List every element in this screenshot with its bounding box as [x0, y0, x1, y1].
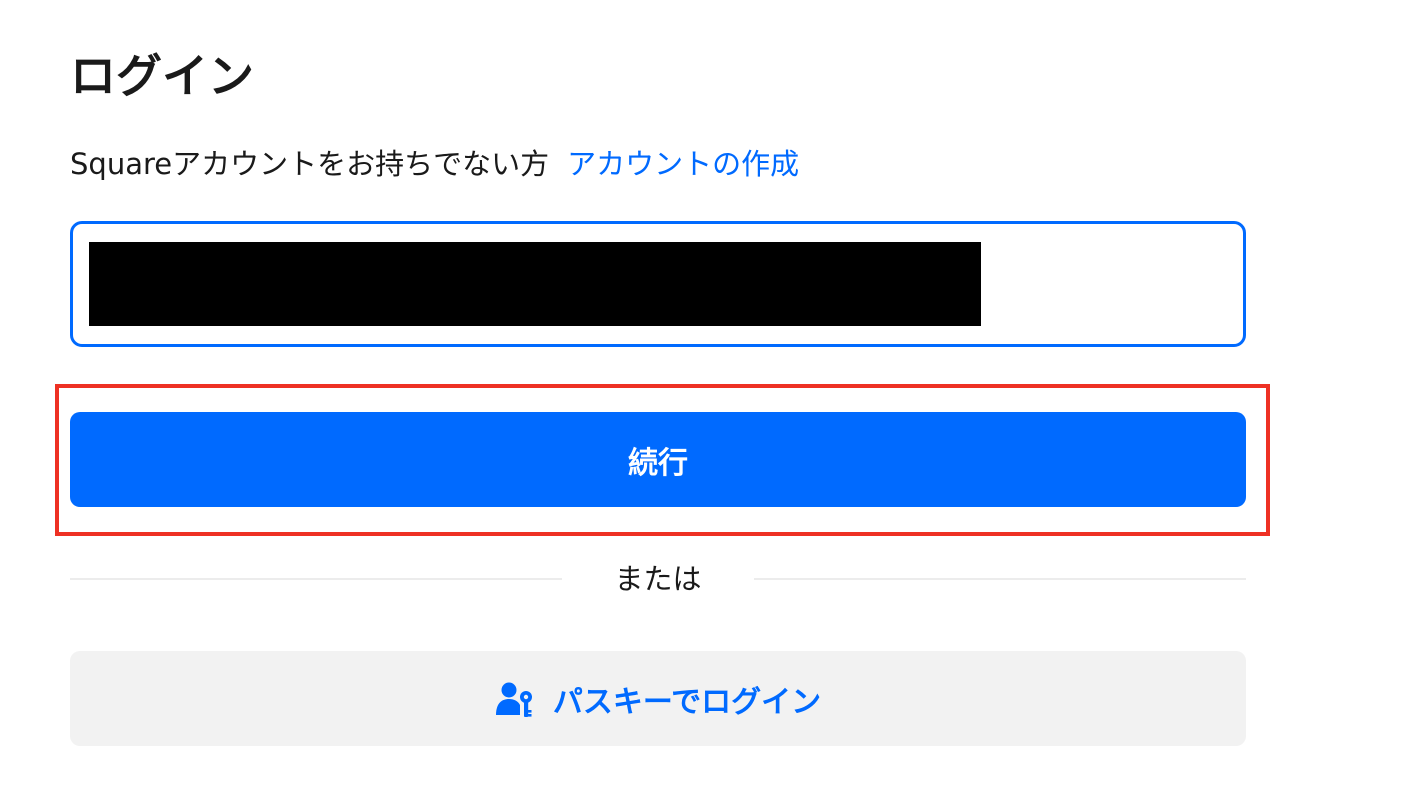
page-title: ログイン — [70, 49, 254, 103]
passkey-button-label: パスキーでログイン — [552, 684, 822, 720]
signup-prompt-text: Squareアカウントをお持ちでない方 — [70, 147, 550, 181]
divider-line-left — [70, 578, 562, 580]
user-key-icon — [495, 679, 535, 719]
passkey-login-button[interactable]: パスキーでログイン — [70, 651, 1246, 746]
continue-button[interactable]: 続行 — [70, 412, 1246, 507]
divider-line-right — [754, 578, 1246, 580]
login-page: ログイン Squareアカウントをお持ちでない方 アカウントの作成 続行 または … — [0, 0, 1428, 794]
create-account-link[interactable]: アカウントの作成 — [567, 147, 799, 181]
signup-prompt-row: Squareアカウントをお持ちでない方 アカウントの作成 — [70, 142, 799, 186]
redaction-block — [89, 242, 981, 326]
divider-label: または — [614, 562, 702, 596]
